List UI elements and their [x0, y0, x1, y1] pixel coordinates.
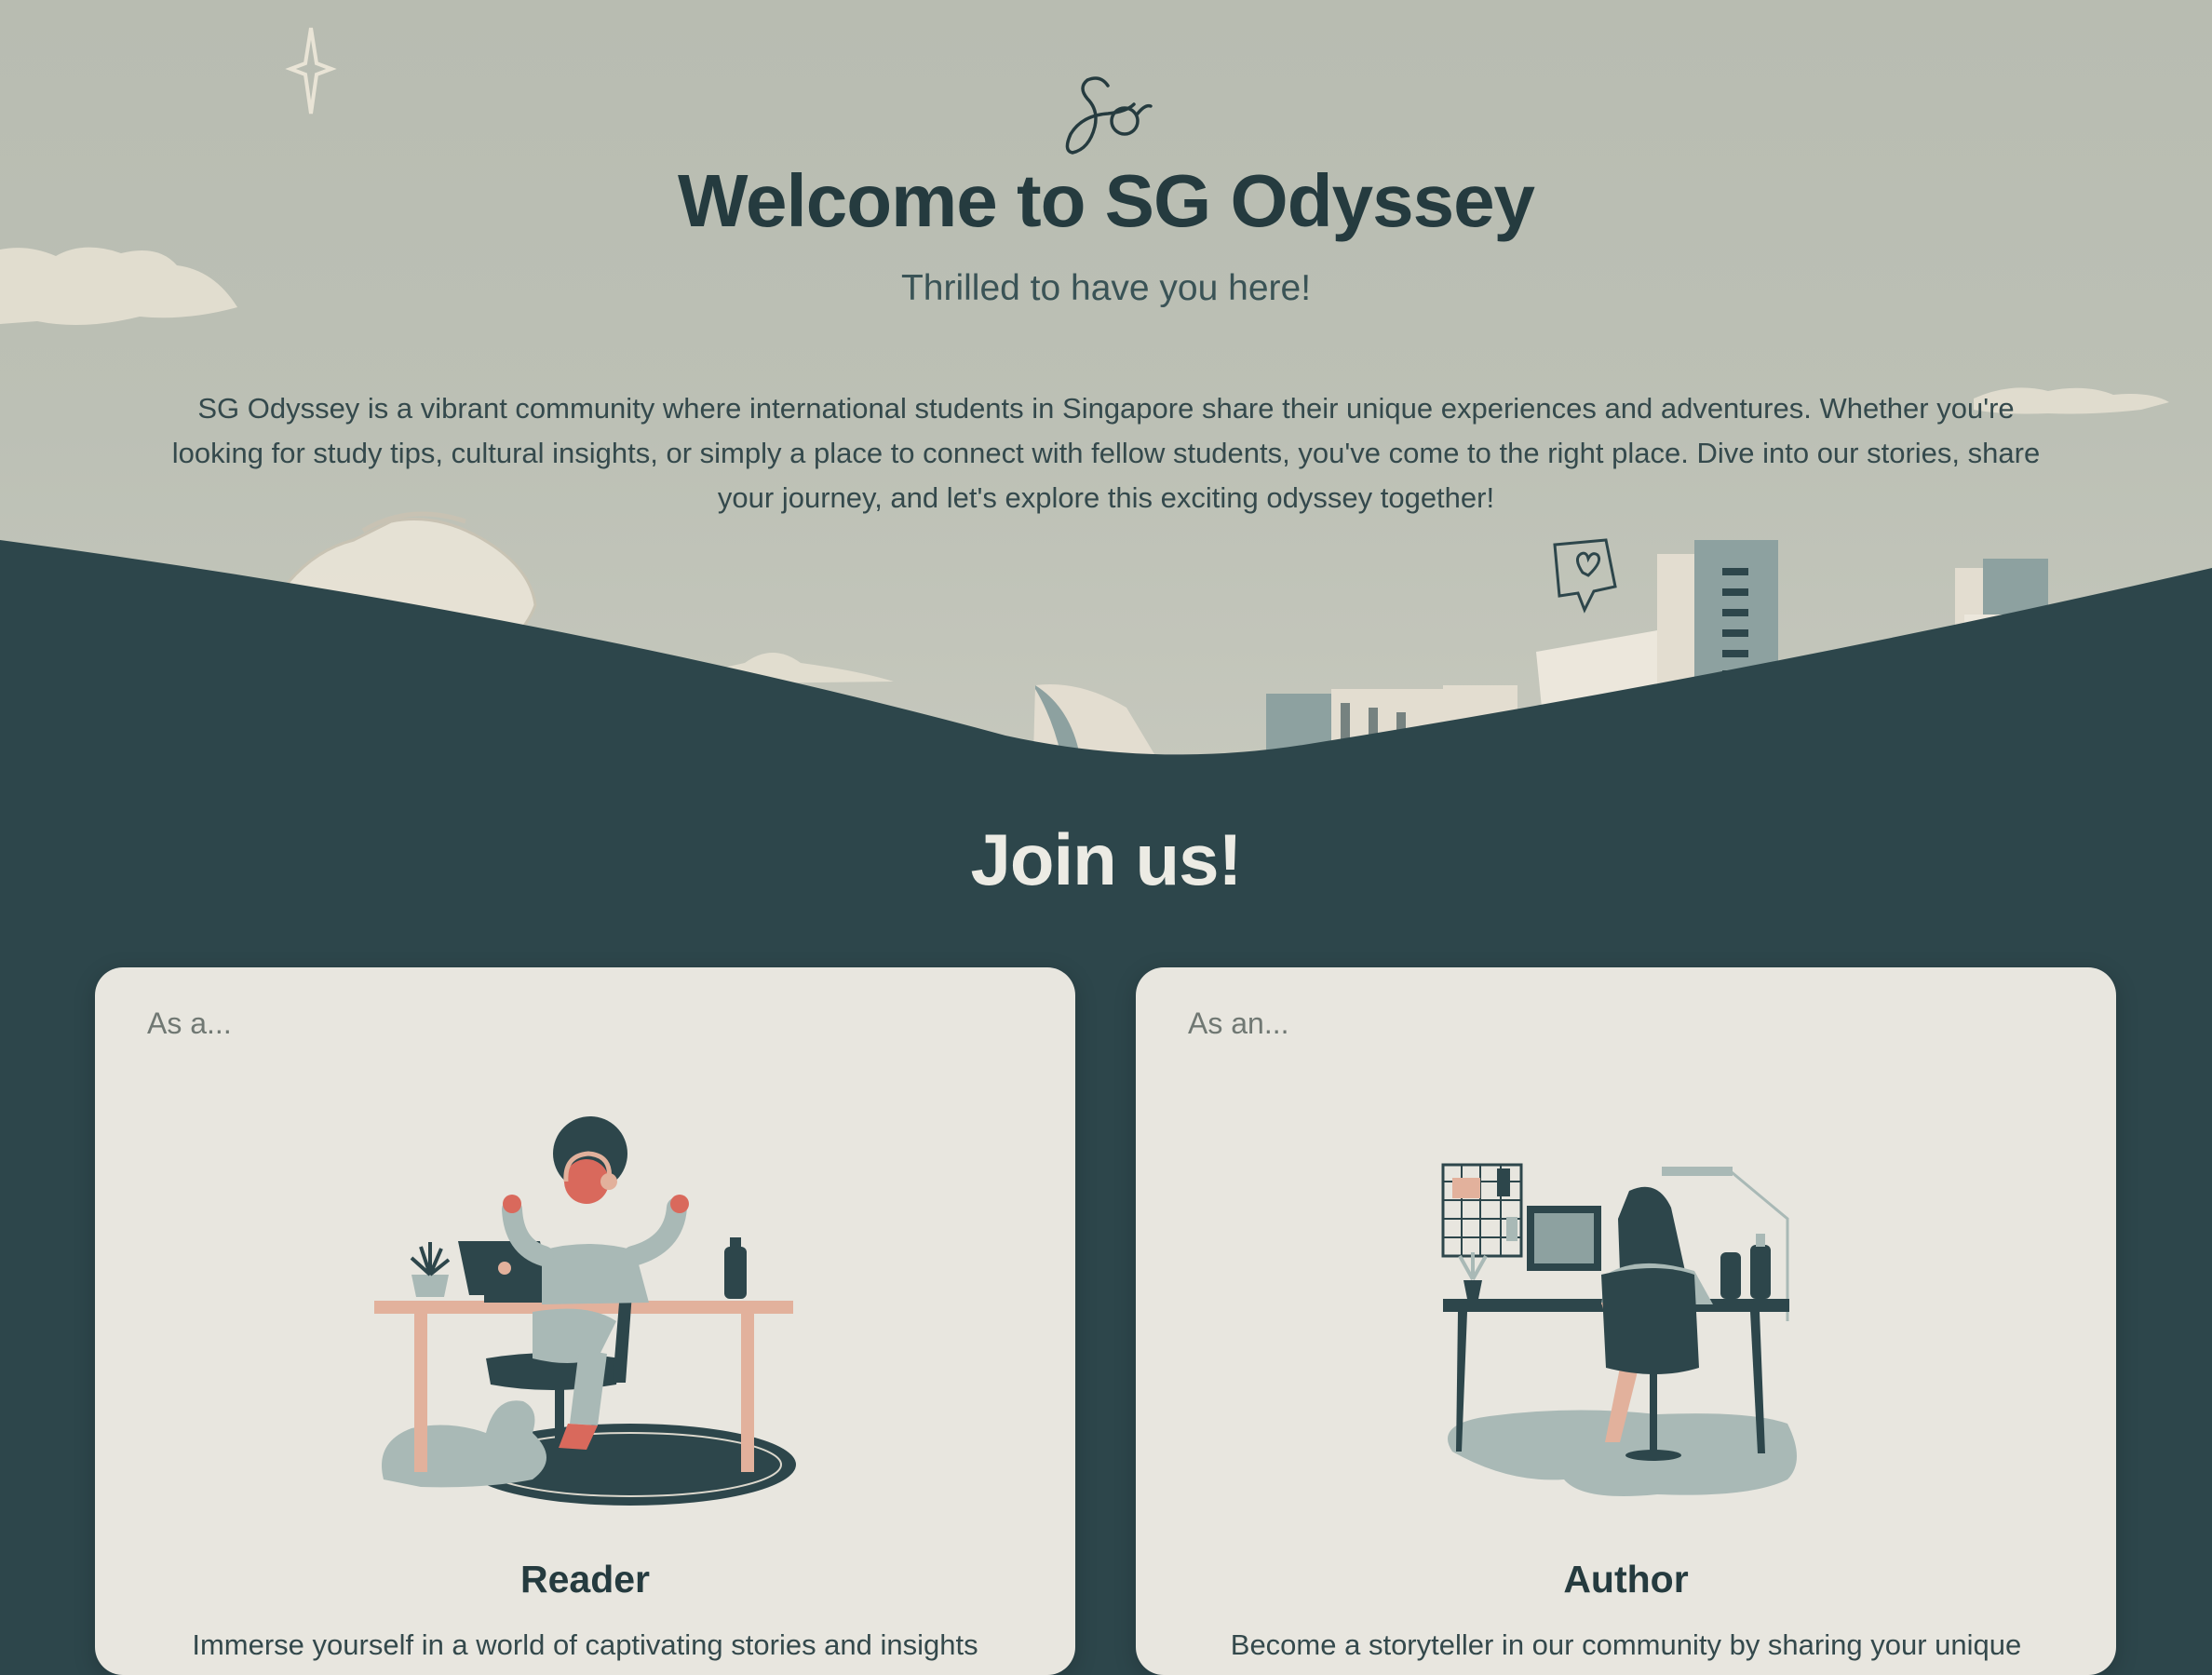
author-card[interactable]: As an... Author Become a storyteller in …	[1136, 967, 2116, 1675]
author-role-title: Author	[1563, 1558, 1689, 1601]
pegboard	[1441, 1163, 1523, 1258]
page-subtitle: Thrilled to have you here!	[900, 268, 1312, 308]
join-us-heading: Join us!	[970, 818, 1242, 900]
sparkle-icon	[285, 27, 337, 115]
intro-description: SG Odyssey is a vibrant community where …	[171, 392, 2041, 514]
author-card-kicker: As an...	[1188, 1006, 1289, 1040]
dog-shape	[382, 1400, 546, 1488]
hero-section: Welcome to SG Odyssey Thrilled to have y…	[0, 0, 2212, 773]
heart-bubble-icon	[1553, 538, 1617, 614]
reader-description: Immerse yourself in a world of captivati…	[192, 1628, 978, 1661]
author-description: Become a storyteller in our community by…	[1230, 1628, 2022, 1661]
reader-card[interactable]: As a... Reader Immerse yourself in a wor…	[95, 967, 1075, 1675]
page-title: Welcome to SG Odyssey	[677, 159, 1535, 242]
reader-at-desk-illustration	[374, 1116, 796, 1506]
sg-odyssey-logo[interactable]	[1059, 73, 1153, 158]
reader-role-title: Reader	[519, 1558, 650, 1601]
reader-card-kicker: As a...	[147, 1006, 232, 1040]
author-at-desk-illustration	[1441, 1163, 1797, 1496]
